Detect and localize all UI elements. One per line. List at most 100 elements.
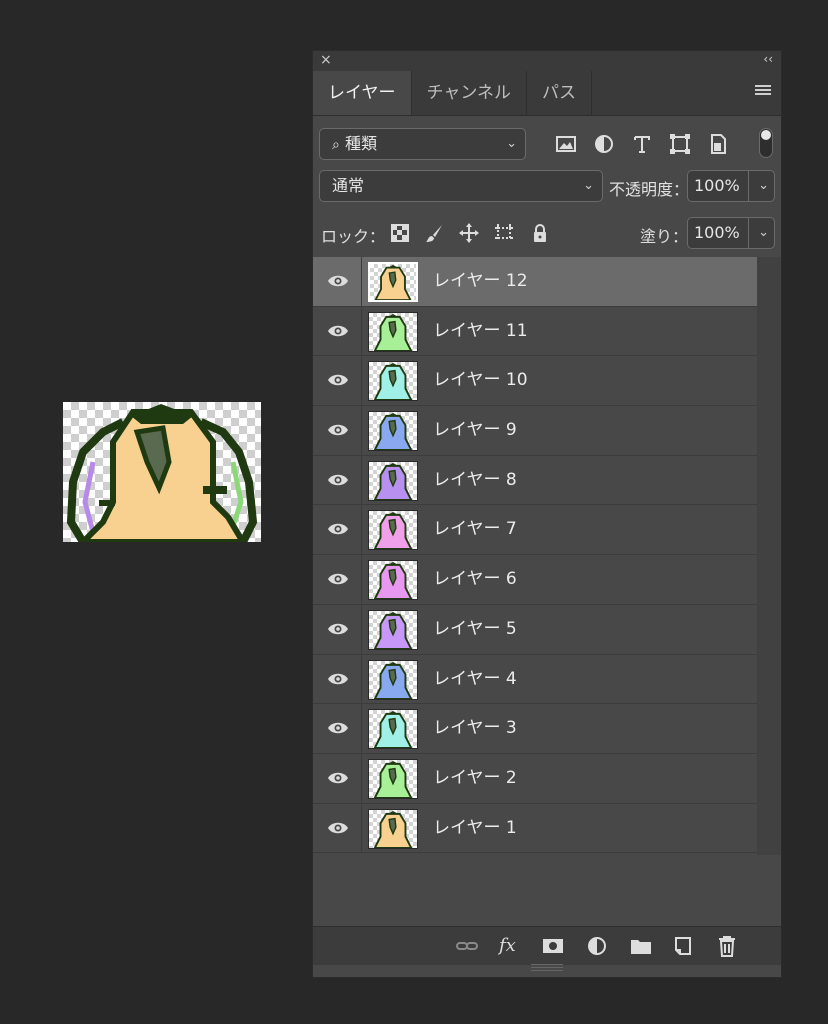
- eye-icon[interactable]: [327, 519, 349, 539]
- eye-icon[interactable]: [327, 420, 349, 440]
- tab-channels[interactable]: チャンネル: [412, 71, 527, 115]
- layer-row[interactable]: レイヤー 8: [313, 455, 759, 506]
- image-filter-icon[interactable]: [553, 131, 579, 157]
- layer-row[interactable]: レイヤー 4: [313, 654, 759, 705]
- search-icon: ⌕: [332, 137, 340, 153]
- filter-toggle-switch[interactable]: [759, 128, 773, 158]
- layer-mask-icon[interactable]: [541, 935, 565, 957]
- shape-filter-icon[interactable]: [667, 131, 693, 157]
- canvas-preview[interactable]: [63, 402, 261, 542]
- blend-row: 通常 ⌄ 不透明度： 100% ⌄: [313, 170, 781, 206]
- layer-thumbnail[interactable]: [368, 560, 418, 601]
- eye-icon[interactable]: [327, 569, 349, 589]
- collapse-panel-button[interactable]: ‹‹: [763, 52, 773, 66]
- fill-value: 100%: [694, 223, 740, 242]
- hamburger-menu-icon[interactable]: [755, 85, 771, 99]
- fx-label: fx: [499, 935, 516, 956]
- layer-name: レイヤー 12: [433, 271, 528, 291]
- fill-label: 塗り：: [640, 227, 689, 246]
- layer-name: レイヤー 4: [433, 668, 517, 689]
- layer-thumbnail[interactable]: [368, 311, 418, 352]
- opacity-field[interactable]: 100% ⌄: [687, 170, 775, 202]
- layer-name: レイヤー 6: [433, 569, 517, 590]
- link-layers-icon[interactable]: [455, 935, 479, 957]
- layers-bottom-bar: fx: [313, 926, 781, 965]
- trash-icon[interactable]: [715, 935, 739, 957]
- layer-thumbnail[interactable]: [368, 808, 418, 849]
- layer-thumbnail[interactable]: [368, 659, 418, 700]
- smart-object-filter-icon[interactable]: [705, 131, 731, 157]
- tab-layers[interactable]: レイヤー: [313, 71, 412, 115]
- eye-icon[interactable]: [327, 718, 349, 738]
- layer-row[interactable]: レイヤー 9: [313, 406, 759, 456]
- layer-row[interactable]: レイヤー 6: [313, 555, 759, 605]
- opacity-label: 不透明度：: [609, 180, 690, 199]
- chevron-down-icon: ⌄: [758, 178, 769, 193]
- layer-name: レイヤー 1: [433, 817, 517, 838]
- adjustment-filter-icon[interactable]: [591, 131, 617, 157]
- lock-image-pixels-icon[interactable]: [423, 222, 445, 244]
- filter-kind-select[interactable]: ⌕ 種類 ⌄: [319, 128, 526, 160]
- layer-row[interactable]: レイヤー 11: [313, 306, 759, 357]
- layer-row[interactable]: レイヤー 5: [313, 604, 759, 655]
- bird-artwork: [66, 404, 258, 542]
- lock-row: ロック： 塗り： 100% ⌄: [313, 214, 781, 254]
- type-filter-icon[interactable]: [629, 131, 655, 157]
- layers-list: レイヤー 12 レイヤー 11 レイヤー 10 レイヤー 9 レイヤー 8 レイヤー 7 レ…: [313, 257, 759, 854]
- new-layer-icon[interactable]: [671, 935, 695, 957]
- panel-titlebar: × ‹‹: [313, 51, 781, 71]
- layer-thumbnail[interactable]: [368, 361, 418, 402]
- filter-row: ⌕ 種類 ⌄: [313, 128, 781, 162]
- panel-tabs: レイヤー チャンネル パス: [313, 71, 781, 116]
- layer-name: レイヤー 3: [433, 718, 517, 739]
- panel-resize-grip[interactable]: [531, 964, 563, 972]
- layer-thumbnail[interactable]: [368, 411, 418, 452]
- chevron-down-icon: ⌄: [583, 178, 594, 193]
- layer-name: レイヤー 7: [433, 519, 517, 540]
- layer-row[interactable]: レイヤー 7: [313, 505, 759, 556]
- layer-row[interactable]: レイヤー 2: [313, 753, 759, 804]
- layer-thumbnail[interactable]: [368, 709, 418, 750]
- adjustment-layer-icon[interactable]: [585, 935, 609, 957]
- layer-name: レイヤー 8: [433, 469, 517, 490]
- layer-row[interactable]: レイヤー 3: [313, 704, 759, 754]
- chevron-down-icon: ⌄: [758, 225, 769, 240]
- lock-artboard-icon[interactable]: [493, 222, 515, 244]
- eye-icon[interactable]: [327, 321, 349, 341]
- lock-label: ロック：: [321, 227, 386, 246]
- layer-name: レイヤー 5: [433, 618, 517, 639]
- eye-icon[interactable]: [327, 271, 349, 291]
- blend-mode-select[interactable]: 通常 ⌄: [319, 170, 603, 202]
- layer-row[interactable]: レイヤー 12: [313, 257, 759, 307]
- layer-name: レイヤー 10: [433, 370, 528, 391]
- eye-icon[interactable]: [327, 619, 349, 639]
- fx-icon[interactable]: fx: [499, 935, 523, 957]
- layer-thumbnail[interactable]: [368, 460, 418, 501]
- layer-thumbnail[interactable]: [368, 262, 418, 302]
- lock-position-icon[interactable]: [458, 222, 480, 244]
- layer-name: レイヤー 2: [433, 767, 517, 788]
- eye-icon[interactable]: [327, 818, 349, 838]
- close-panel-button[interactable]: ×: [320, 52, 332, 68]
- eye-icon[interactable]: [327, 768, 349, 788]
- eye-icon[interactable]: [327, 669, 349, 689]
- eye-icon[interactable]: [327, 470, 349, 490]
- layer-thumbnail[interactable]: [368, 609, 418, 650]
- layer-name: レイヤー 9: [433, 420, 517, 441]
- layers-panel: × ‹‹ レイヤー チャンネル パス ⌕ 種類 ⌄ 通常 ⌄ 不透明度： 100…: [312, 50, 782, 978]
- fill-field[interactable]: 100% ⌄: [687, 217, 775, 249]
- filter-kind-label: 種類: [344, 134, 377, 153]
- layers-scrollbar[interactable]: [757, 257, 781, 855]
- layer-thumbnail[interactable]: [368, 758, 418, 799]
- tab-paths[interactable]: パス: [527, 71, 592, 115]
- eye-icon[interactable]: [327, 370, 349, 390]
- opacity-value: 100%: [694, 176, 740, 195]
- layer-row[interactable]: レイヤー 10: [313, 356, 759, 407]
- lock-transparent-pixels-icon[interactable]: [389, 222, 411, 244]
- layer-row[interactable]: レイヤー 1: [313, 803, 759, 854]
- lock-all-icon[interactable]: [529, 222, 551, 244]
- chevron-down-icon: ⌄: [506, 136, 517, 151]
- group-folder-icon[interactable]: [629, 935, 653, 957]
- blend-mode-value: 通常: [332, 176, 365, 195]
- layer-thumbnail[interactable]: [368, 510, 418, 551]
